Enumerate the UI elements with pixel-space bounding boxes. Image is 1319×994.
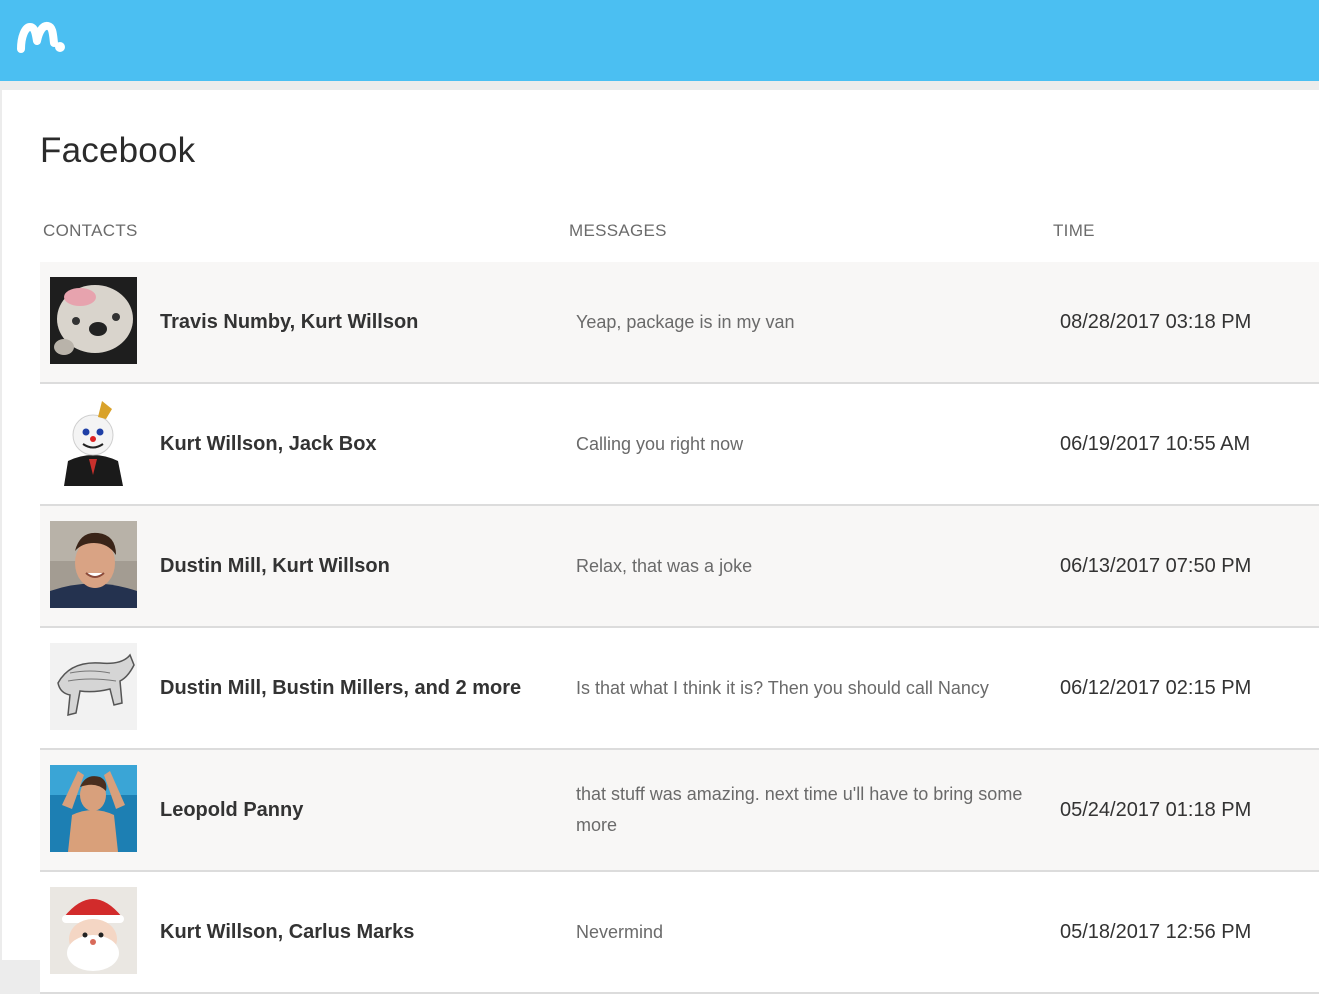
column-header-messages: MESSAGES xyxy=(569,221,667,240)
conversation-message: Relax, that was a joke xyxy=(576,555,753,576)
conversation-message: Yeap, package is in my van xyxy=(576,311,795,332)
column-header-time: TIME xyxy=(1053,221,1095,240)
page-title: Facebook xyxy=(40,131,196,170)
bulldog-avatar xyxy=(50,277,137,364)
conversation-contacts: Leopold Panny xyxy=(160,798,304,821)
conversation-contacts: Travis Numby, Kurt Willson xyxy=(160,310,419,333)
conversation-contacts: Kurt Willson, Jack Box xyxy=(160,432,377,455)
santa-toy-avatar xyxy=(50,887,137,974)
conversation-row[interactable]: Travis Numby, Kurt Willson Yeap, package… xyxy=(40,262,1319,384)
conversation-time: 06/12/2017 02:15 PM xyxy=(1060,676,1252,699)
mspy-logo-icon[interactable] xyxy=(17,19,67,55)
smiling-man-avatar xyxy=(50,521,137,608)
conversation-row[interactable]: Leopold Panny that stuff was amazing. ne… xyxy=(40,750,1319,872)
shirtless-man-avatar xyxy=(50,765,137,852)
conversation-time: 05/18/2017 12:56 PM xyxy=(1060,920,1252,943)
column-header-contacts: CONTACTS xyxy=(43,221,138,240)
top-bar xyxy=(0,0,1319,81)
conversation-row[interactable]: Kurt Willson, Jack Box Calling you right… xyxy=(40,384,1319,506)
jack-box-avatar xyxy=(50,399,137,486)
conversation-row[interactable]: Dustin Mill, Bustin Millers, and 2 more … xyxy=(40,628,1319,750)
conversation-message: Nevermind xyxy=(576,921,664,942)
conversation-contacts: Kurt Willson, Carlus Marks xyxy=(160,920,415,943)
conversation-time: 06/13/2017 07:50 PM xyxy=(1060,554,1252,577)
conversation-message: that stuff was amazing. next time u'll h… xyxy=(576,784,1023,835)
conversation-list: Travis Numby, Kurt Willson Yeap, package… xyxy=(40,262,1319,994)
content-panel: Facebook CONTACTS MESSAGES TIME Travis N… xyxy=(2,90,1319,994)
conversation-contacts: Dustin Mill, Kurt Willson xyxy=(160,554,390,577)
conversation-message: Calling you right now xyxy=(576,433,744,454)
conversation-time: 06/19/2017 10:55 AM xyxy=(1060,432,1251,455)
rhino-sketch-avatar xyxy=(50,643,137,730)
conversation-message: Is that what I think it is? Then you sho… xyxy=(576,677,989,698)
conversation-time: 05/24/2017 01:18 PM xyxy=(1060,798,1252,821)
conversation-row[interactable]: Dustin Mill, Kurt Willson Relax, that wa… xyxy=(40,506,1319,628)
conversation-time: 08/28/2017 03:18 PM xyxy=(1060,310,1252,333)
conversation-row[interactable]: Kurt Willson, Carlus Marks Nevermind 05/… xyxy=(40,872,1319,994)
conversation-contacts: Dustin Mill, Bustin Millers, and 2 more xyxy=(160,676,522,699)
